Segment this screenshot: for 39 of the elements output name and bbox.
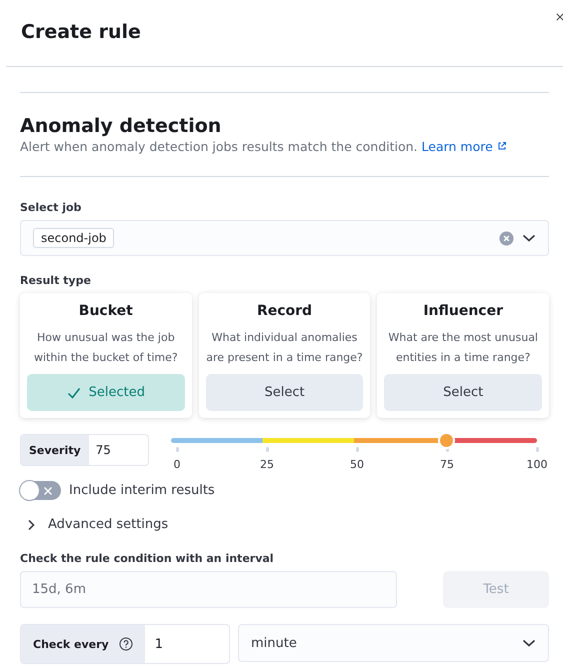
chevron-right-icon	[26, 518, 36, 530]
section-title: Anomaly detection	[20, 115, 222, 137]
section-description: Alert when anomaly detection jobs results match the condition. Learn more	[20, 139, 549, 154]
flyout-title: Create rule	[21, 21, 141, 43]
check-every-field[interactable]: Check every 1	[20, 624, 230, 664]
card-description: What individual anomalies are present in a time range?	[206, 330, 364, 366]
card-title: Record	[256, 303, 314, 319]
job-combo-box[interactable]: second-job	[20, 220, 549, 256]
chevron-down-icon	[522, 638, 536, 648]
select-button[interactable]: Select	[384, 374, 542, 411]
severity-field[interactable]: Severity 75	[20, 434, 149, 466]
slider-thumb[interactable]	[440, 434, 452, 447]
clear-icon[interactable]	[499, 230, 514, 246]
tick-label: 75	[440, 458, 454, 471]
help-icon[interactable]	[118, 637, 133, 651]
card-title: Influencer	[422, 303, 504, 319]
tick-label: 25	[260, 458, 274, 471]
tick-label: 0	[174, 458, 180, 471]
select-button[interactable]: Selected	[27, 374, 185, 411]
cross-icon	[43, 486, 53, 496]
toggle-label: Include interim results	[69, 483, 215, 498]
close-icon[interactable]	[556, 12, 563, 22]
chevron-down-icon[interactable]	[522, 233, 536, 243]
external-link-icon	[496, 141, 507, 151]
toggle-switch[interactable]	[20, 481, 61, 500]
tick-label: 50	[350, 458, 364, 471]
card-description: How unusual was the job within the bucket of time?	[32, 330, 179, 366]
advanced-settings-toggle[interactable]: Advanced settings	[20, 517, 168, 532]
field-label: Select job	[20, 201, 82, 214]
unit-select[interactable]: minute	[238, 624, 549, 662]
card-title: Bucket	[78, 303, 134, 319]
tick-label: 100	[526, 458, 548, 471]
learn-more-link[interactable]: Learn more	[422, 139, 507, 154]
card-description: What are the most unusual entities in a time range?	[387, 330, 539, 366]
field-label: Check the rule condition with an interval	[20, 552, 275, 565]
check-icon	[66, 386, 81, 398]
field-label: Result type	[20, 274, 92, 287]
select-button[interactable]: Select	[206, 374, 364, 411]
job-pill: second-job	[33, 228, 114, 248]
